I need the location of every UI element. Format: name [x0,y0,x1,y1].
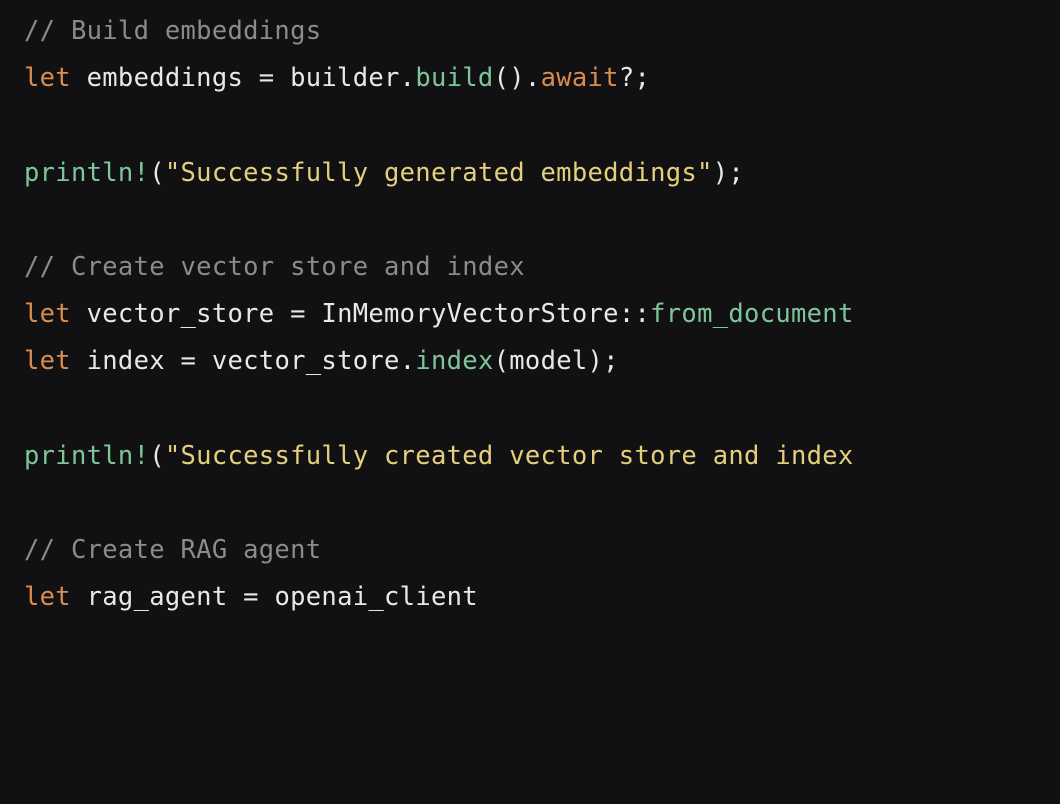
code-token: ); [713,158,744,188]
code-token: let [24,582,71,612]
code-token: build [415,63,493,93]
code-line: let vector_store = InMemoryVectorStore::… [24,291,1060,338]
code-token: // Create RAG agent [24,535,321,565]
code-token: index [71,346,181,376]
code-token: let [24,63,71,93]
code-token: ?; [619,63,650,93]
code-token: vector_store [196,346,399,376]
code-token: = [259,63,275,93]
code-line: let embeddings = builder.build().await?; [24,55,1060,102]
code-line: // Create vector store and index [24,244,1060,291]
code-token: from_document [650,299,853,329]
code-token: = [290,299,306,329]
code-token: "Successfully generated embeddings" [165,158,713,188]
code-token: let [24,346,71,376]
code-line: println!("Successfully created vector st… [24,433,1060,480]
code-token: :: [619,299,650,329]
code-token: builder [274,63,399,93]
code-line: let rag_agent = openai_client [24,574,1060,621]
code-token: (model); [494,346,619,376]
code-token: rag_agent [71,582,243,612]
code-token: let [24,299,71,329]
code-line [24,197,1060,244]
code-token: InMemoryVectorStore [306,299,619,329]
code-token: . [400,346,416,376]
code-token: . [400,63,416,93]
code-line: // Build embeddings [24,8,1060,55]
code-token: println! [24,158,149,188]
code-token: // Create vector store and index [24,252,525,282]
code-line: let index = vector_store.index(model); [24,338,1060,385]
code-line: // Create RAG agent [24,527,1060,574]
code-token: "Successfully created vector store and i… [165,441,854,471]
code-token: embeddings [71,63,259,93]
code-token: index [415,346,493,376]
code-token: // Build embeddings [24,16,321,46]
code-block: // Build embeddings let embeddings = buil… [24,8,1060,621]
code-token: vector_store [71,299,290,329]
code-token: = [181,346,197,376]
code-token: openai_client [259,582,478,612]
code-token: ( [149,441,165,471]
code-line [24,480,1060,527]
code-token: await [541,63,619,93]
code-token: ( [149,158,165,188]
code-line [24,102,1060,149]
code-token: println! [24,441,149,471]
code-line: println!("Successfully generated embeddi… [24,150,1060,197]
code-token: (). [494,63,541,93]
code-token: = [243,582,259,612]
code-line [24,385,1060,432]
